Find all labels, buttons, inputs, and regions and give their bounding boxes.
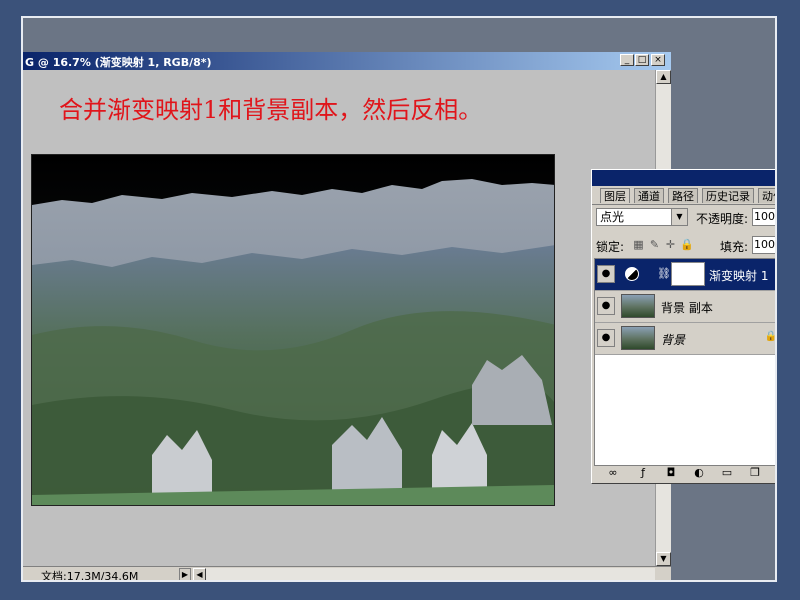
status-menu-arrow-icon[interactable]: ▶ — [179, 568, 191, 580]
mask-icon[interactable]: ◘ — [664, 466, 678, 480]
tab-history[interactable]: 历史记录 — [702, 188, 754, 203]
scroll-up-button[interactable]: ▲ — [656, 70, 671, 84]
doc-size-readout: 文档:17.3M/34.6M — [41, 570, 139, 582]
folder-icon[interactable]: ▭ — [720, 466, 734, 480]
landscape-image — [32, 155, 554, 505]
blend-mode-select[interactable]: 点光 ▼ — [596, 208, 688, 226]
eye-icon[interactable]: ● — [597, 329, 615, 347]
scroll-down-button[interactable]: ▼ — [656, 552, 671, 566]
adjustment-layer-icon — [625, 267, 639, 281]
new-layer-icon[interactable]: ❐ — [748, 466, 762, 480]
opacity-input[interactable]: 100 — [752, 208, 775, 226]
eye-icon[interactable]: ● — [597, 297, 615, 315]
tab-paths[interactable]: 路径 — [668, 188, 698, 203]
layer-name: 背景 — [661, 333, 686, 347]
statusbar: 文档:17.3M/34.6M ▶ ◀ — [23, 566, 671, 582]
opacity-label: 不透明度: — [696, 212, 749, 226]
fill-input[interactable]: 100 — [752, 236, 775, 254]
lock-all-icon[interactable]: 🔒 — [680, 238, 694, 251]
layer-thumbnail — [621, 326, 655, 350]
layer-name: 背景 副本 — [661, 301, 713, 315]
maximize-button[interactable]: □ — [635, 54, 649, 66]
layer-name: 渐变映射 1 — [709, 269, 769, 283]
document-titlebar[interactable]: G @ 16.7% (渐变映射 1, RGB/8*) _ □ × — [23, 52, 671, 70]
tab-layers[interactable]: 图层 — [600, 188, 630, 203]
lock-move-icon[interactable]: ✛ — [664, 238, 677, 251]
layer-row-background-copy[interactable]: ● 背景 副本 — [595, 291, 775, 323]
fill-label: 填充: — [720, 240, 749, 254]
lock-label: 锁定: — [596, 240, 625, 254]
minimize-button[interactable]: _ — [620, 54, 634, 66]
canvas-area[interactable]: 合并渐变映射1和背景副本，然后反相。 — [23, 70, 655, 566]
slide-frame: G @ 16.7% (渐变映射 1, RGB/8*) _ □ × 合并渐变映射1… — [21, 16, 777, 582]
layer-row-background[interactable]: ● 背景 🔒 — [595, 323, 777, 355]
blend-mode-value: 点光 — [600, 210, 625, 224]
scroll-left-button[interactable]: ◀ — [193, 568, 206, 580]
close-button[interactable]: × — [651, 54, 665, 66]
layer-list: ● ⛓ 渐变映射 1 ● 背景 副本 ● 背景 🔒 — [594, 258, 777, 466]
tab-channels[interactable]: 通道 — [634, 188, 664, 203]
lock-icon: 🔒 — [764, 331, 777, 342]
document-title: G @ 16.7% (渐变映射 1, RGB/8*) — [25, 56, 212, 69]
lock-transparency-icon[interactable]: ▦ — [632, 238, 645, 251]
eye-icon[interactable]: ● — [597, 265, 615, 283]
instruction-text: 合并渐变映射1和背景副本，然后反相。 — [59, 96, 483, 124]
layer-row-gradient-map[interactable]: ● ⛓ 渐变映射 1 — [595, 259, 775, 291]
layer-mask-thumbnail[interactable] — [671, 262, 705, 286]
adjustment-icon[interactable]: ◐ — [692, 466, 706, 480]
document-image[interactable] — [31, 154, 555, 506]
link-chain-icon[interactable]: ⛓ — [657, 267, 671, 280]
document-window: G @ 16.7% (渐变映射 1, RGB/8*) _ □ × 合并渐变映射1… — [23, 52, 671, 582]
lock-brush-icon[interactable]: ✎ — [648, 238, 661, 251]
link-icon[interactable]: ∞ — [606, 466, 620, 480]
layer-style-icon[interactable]: ƒ — [636, 466, 650, 480]
panel-titlebar[interactable] — [592, 170, 775, 186]
layer-thumbnail — [621, 294, 655, 318]
tab-actions[interactable]: 动作 — [758, 188, 775, 203]
chevron-down-icon[interactable]: ▼ — [671, 209, 687, 225]
panel-tabs: 图层 通道 路径 历史记录 动作 — [592, 186, 775, 205]
horizontal-scrollbar[interactable]: ◀ — [193, 568, 655, 580]
layers-panel: 图层 通道 路径 历史记录 动作 点光 ▼ 不透明度: 100 锁定: ▦ ✎ … — [591, 169, 777, 484]
panel-footer: ∞ ƒ ◘ ◐ ▭ ❐ — [594, 465, 775, 481]
